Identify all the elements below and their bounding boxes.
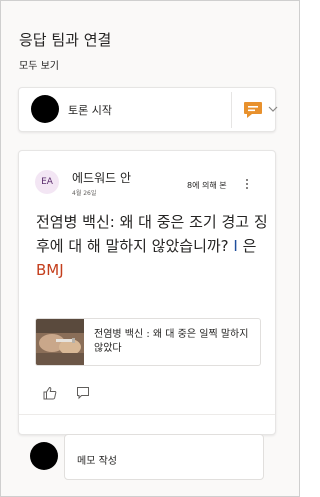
post-body: 전염병 백신: 왜 대 중은 조기 경고 징후에 대 해 말하지 않았습니까? … — [36, 210, 272, 282]
start-discussion-card[interactable]: 토론 시작 — [18, 87, 278, 132]
avatar — [31, 95, 59, 123]
post-body-source[interactable]: BMJ — [36, 261, 64, 279]
link-title[interactable]: 전염병 백신 : 왜 대 중은 일찍 말하지 않았다 — [94, 328, 259, 356]
author-name[interactable]: 에드워드 안 — [72, 169, 131, 186]
seen-by-count: 8에 의해 본 — [187, 181, 227, 190]
avatar — [30, 442, 58, 470]
post-date: 4월 26일 — [72, 190, 97, 197]
author-avatar: EA — [35, 170, 59, 194]
post-card: EA 에드워드 안 4월 26일 8에 의해 본 전염병 백신: 왜 대 중은 … — [18, 150, 276, 435]
page-title: 응답 팀과 연결 — [19, 31, 112, 49]
chat-icon[interactable] — [243, 101, 263, 119]
link-preview-card[interactable]: 전염병 백신 : 왜 대 중은 일찍 말하지 않았다 — [35, 318, 261, 366]
start-discussion-label[interactable]: 토론 시작 — [68, 102, 112, 118]
comment-icon[interactable] — [76, 386, 90, 400]
view-all-link[interactable]: 모두 보기 — [19, 57, 59, 72]
divider — [231, 92, 232, 128]
chevron-down-icon[interactable] — [268, 105, 278, 113]
link-thumbnail — [36, 319, 84, 365]
comment-composer: 메모 작성 — [18, 420, 276, 482]
divider — [19, 414, 275, 415]
like-icon[interactable] — [43, 386, 57, 400]
comment-input[interactable]: 메모 작성 — [64, 434, 264, 480]
post-body-suffix: 은 — [237, 237, 257, 255]
more-options-icon[interactable] — [245, 178, 249, 190]
